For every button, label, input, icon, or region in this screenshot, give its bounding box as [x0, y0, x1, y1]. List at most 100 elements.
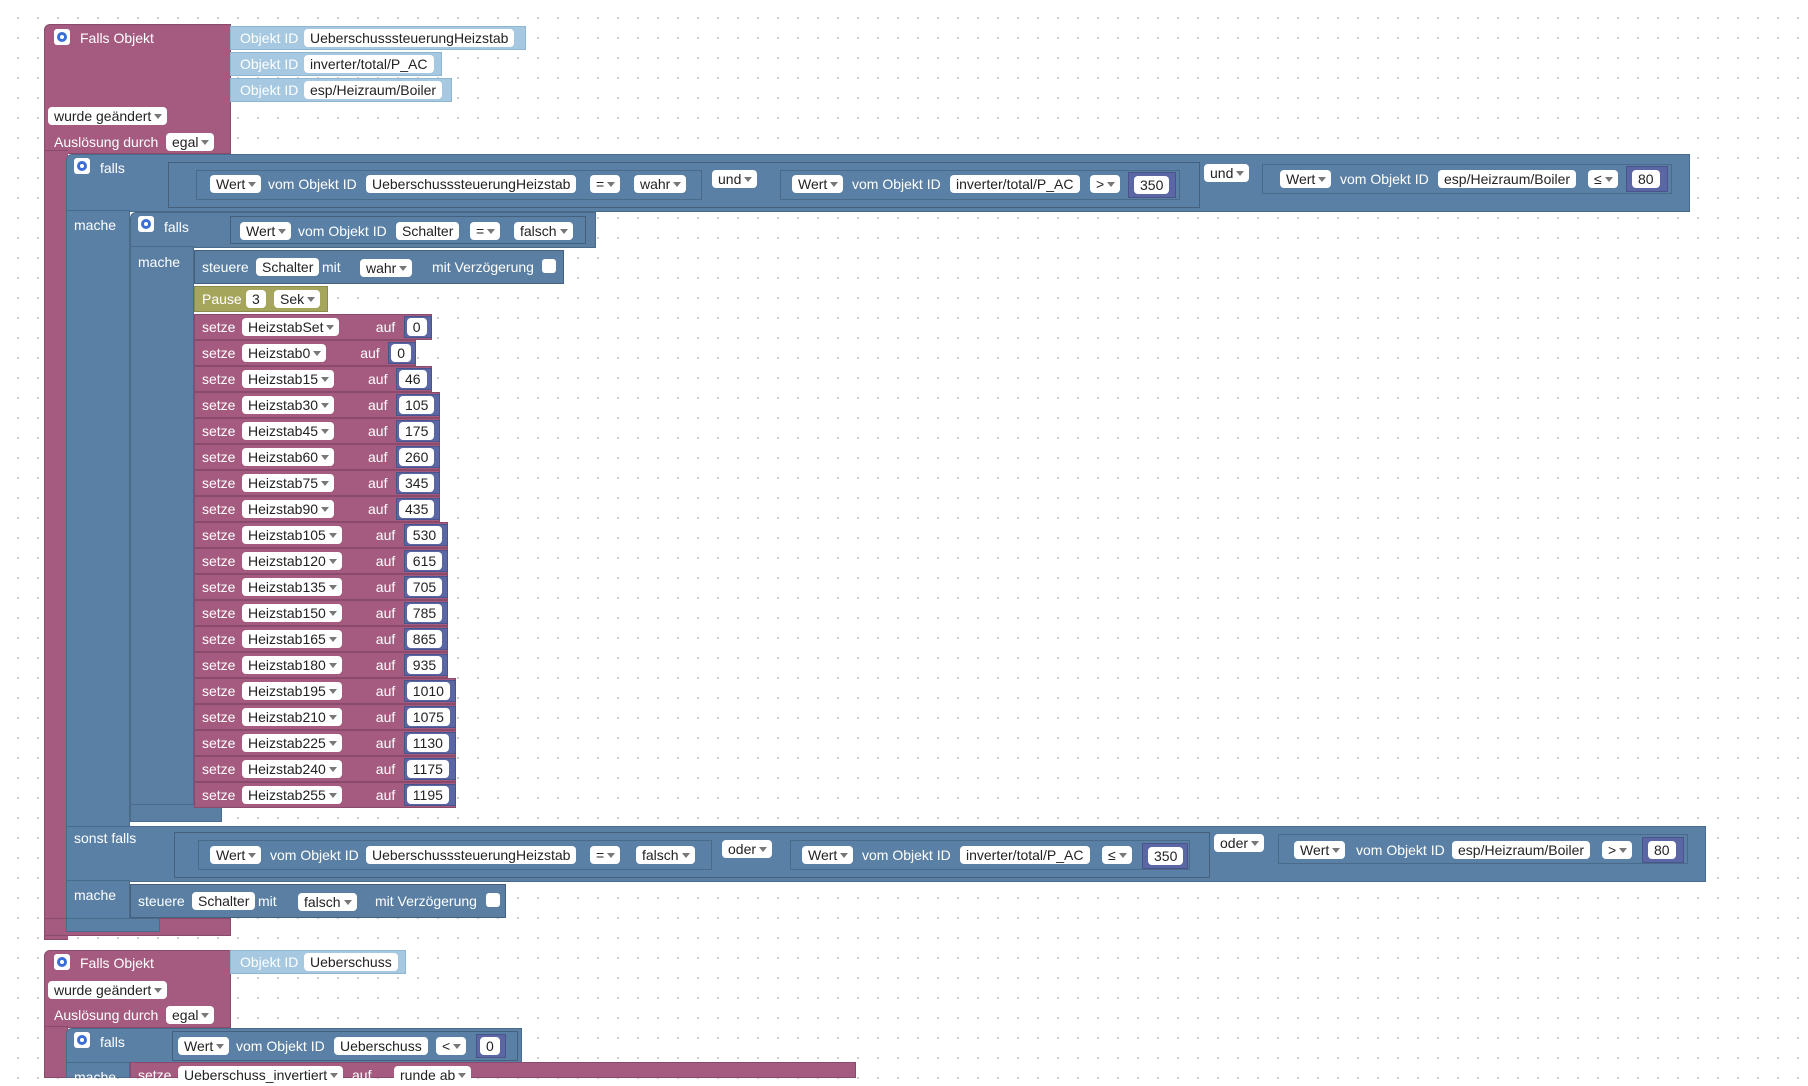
device-field[interactable]: Schalter	[256, 258, 320, 276]
number-value[interactable]: 350	[1134, 176, 1170, 194]
number-value[interactable]: 345	[399, 474, 435, 492]
wert-dropdown[interactable]: Wert	[1294, 841, 1346, 859]
operator-dropdown[interactable]: >	[1090, 175, 1121, 193]
bool-dropdown[interactable]: wahr	[360, 259, 413, 277]
number-value[interactable]: 0	[391, 344, 411, 362]
object-id-value[interactable]: inverter/total/P_AC	[950, 175, 1080, 193]
logic-dropdown[interactable]: oder	[1214, 834, 1265, 852]
variable-dropdown[interactable]: Heizstab105	[242, 526, 342, 544]
wert-dropdown[interactable]: Wert	[792, 175, 844, 193]
number-value[interactable]: 0	[480, 1037, 500, 1055]
operator-dropdown[interactable]: =	[590, 175, 621, 193]
number-value[interactable]: 80	[1632, 170, 1660, 188]
operator-dropdown[interactable]: >	[1602, 841, 1633, 859]
variable-dropdown[interactable]: Heizstab90	[242, 500, 335, 518]
gear-icon[interactable]	[74, 158, 90, 174]
variable-dropdown[interactable]: Ueberschuss_invertiert	[178, 1066, 344, 1084]
object-id-value[interactable]: UeberschusssteuerungHeizstab	[304, 29, 515, 47]
wert-dropdown[interactable]: Wert	[240, 222, 292, 240]
variable-dropdown[interactable]: Heizstab120	[242, 552, 342, 570]
number-value[interactable]: 615	[406, 552, 443, 570]
logic-dropdown[interactable]: oder	[722, 840, 773, 858]
bool-dropdown[interactable]: falsch	[514, 222, 573, 240]
number-value[interactable]: 80	[1648, 841, 1676, 859]
pause-unit-dropdown[interactable]: Sek	[274, 290, 321, 308]
variable-dropdown[interactable]: Heizstab135	[242, 578, 342, 596]
auf-label: auf	[368, 449, 388, 465]
wert-dropdown[interactable]: Wert	[802, 846, 854, 864]
object-id-value[interactable]: UeberschusssteuerungHeizstab	[366, 175, 577, 193]
gear-icon[interactable]	[138, 216, 154, 232]
gear-icon[interactable]	[54, 954, 70, 970]
object-id-value[interactable]: UeberschusssteuerungHeizstab	[366, 846, 577, 864]
bool-dropdown[interactable]: wahr	[634, 175, 687, 193]
number-value[interactable]: 530	[406, 526, 443, 544]
number-value[interactable]: 105	[399, 396, 435, 414]
ausloesung-dropdown[interactable]: egal	[166, 1006, 215, 1024]
number-value[interactable]: 175	[399, 422, 435, 440]
delay-checkbox[interactable]	[486, 893, 500, 907]
inner-if-spine	[130, 246, 194, 816]
number-value[interactable]: 350	[1148, 847, 1184, 865]
variable-dropdown[interactable]: Heizstab15	[242, 370, 335, 388]
ausloesung-dropdown[interactable]: egal	[166, 133, 215, 151]
variable-dropdown[interactable]: Heizstab45	[242, 422, 335, 440]
variable-dropdown[interactable]: Heizstab165	[242, 630, 342, 648]
number-value[interactable]: 435	[399, 500, 435, 518]
number-value[interactable]: 1195	[406, 786, 449, 804]
variable-dropdown[interactable]: Heizstab225	[242, 734, 342, 752]
variable-dropdown[interactable]: Heizstab30	[242, 396, 335, 414]
variable-dropdown[interactable]: Heizstab75	[242, 474, 335, 492]
logic-dropdown[interactable]: und	[712, 170, 758, 188]
round-dropdown[interactable]: runde ab	[394, 1066, 472, 1084]
object-id-value[interactable]: Ueberschuss	[304, 953, 398, 971]
variable-dropdown[interactable]: Heizstab180	[242, 656, 342, 674]
wert-dropdown[interactable]: Wert	[210, 846, 262, 864]
object-id-value[interactable]: inverter/total/P_AC	[304, 55, 434, 73]
variable-dropdown[interactable]: Heizstab195	[242, 682, 342, 700]
variable-dropdown[interactable]: Heizstab240	[242, 760, 342, 778]
variable-dropdown[interactable]: Heizstab210	[242, 708, 342, 726]
number-value[interactable]: 46	[399, 370, 427, 388]
wert-dropdown[interactable]: Wert	[178, 1037, 230, 1055]
gear-icon[interactable]	[74, 1032, 90, 1048]
delay-checkbox[interactable]	[542, 259, 556, 273]
pause-value[interactable]: 3	[246, 290, 266, 308]
operator-dropdown[interactable]: =	[470, 222, 501, 240]
device-field[interactable]: Schalter	[192, 892, 256, 910]
operator-dropdown[interactable]: ≤	[1102, 846, 1132, 864]
event-dropdown[interactable]: wurde geändert	[48, 107, 168, 125]
number-value[interactable]: 260	[399, 448, 435, 466]
object-id-value[interactable]: Ueberschuss	[334, 1037, 428, 1055]
number-value[interactable]: 1010	[406, 682, 450, 700]
object-id-value[interactable]: esp/Heizraum/Boiler	[304, 81, 443, 99]
wert-dropdown[interactable]: Wert	[1280, 170, 1332, 188]
number-value[interactable]: 1130	[406, 734, 449, 752]
setze-label: setze	[202, 345, 236, 361]
object-id-value[interactable]: esp/Heizraum/Boiler	[1438, 170, 1577, 188]
variable-dropdown[interactable]: HeizstabSet	[242, 318, 340, 336]
variable-dropdown[interactable]: Heizstab0	[242, 344, 327, 362]
number-value[interactable]: 1175	[406, 760, 449, 778]
wert-dropdown[interactable]: Wert	[210, 175, 262, 193]
object-id-value[interactable]: esp/Heizraum/Boiler	[1452, 841, 1591, 859]
bool-dropdown[interactable]: falsch	[636, 846, 695, 864]
operator-dropdown[interactable]: ≤	[1588, 170, 1618, 188]
object-id-value[interactable]: inverter/total/P_AC	[960, 846, 1090, 864]
number-value[interactable]: 865	[406, 630, 443, 648]
event-dropdown[interactable]: wurde geändert	[48, 981, 168, 999]
number-value[interactable]: 705	[406, 578, 443, 596]
variable-dropdown[interactable]: Heizstab255	[242, 786, 342, 804]
object-id-value[interactable]: Schalter	[396, 222, 460, 240]
logic-dropdown[interactable]: und	[1204, 164, 1250, 182]
number-value[interactable]: 0	[406, 318, 427, 336]
number-value[interactable]: 935	[406, 656, 443, 674]
variable-dropdown[interactable]: Heizstab150	[242, 604, 342, 622]
gear-icon[interactable]	[54, 29, 70, 45]
number-value[interactable]: 785	[406, 604, 443, 622]
operator-dropdown[interactable]: <	[436, 1037, 467, 1055]
variable-dropdown[interactable]: Heizstab60	[242, 448, 335, 466]
bool-dropdown[interactable]: falsch	[298, 893, 357, 911]
operator-dropdown[interactable]: =	[590, 846, 621, 864]
number-value[interactable]: 1075	[406, 708, 450, 726]
